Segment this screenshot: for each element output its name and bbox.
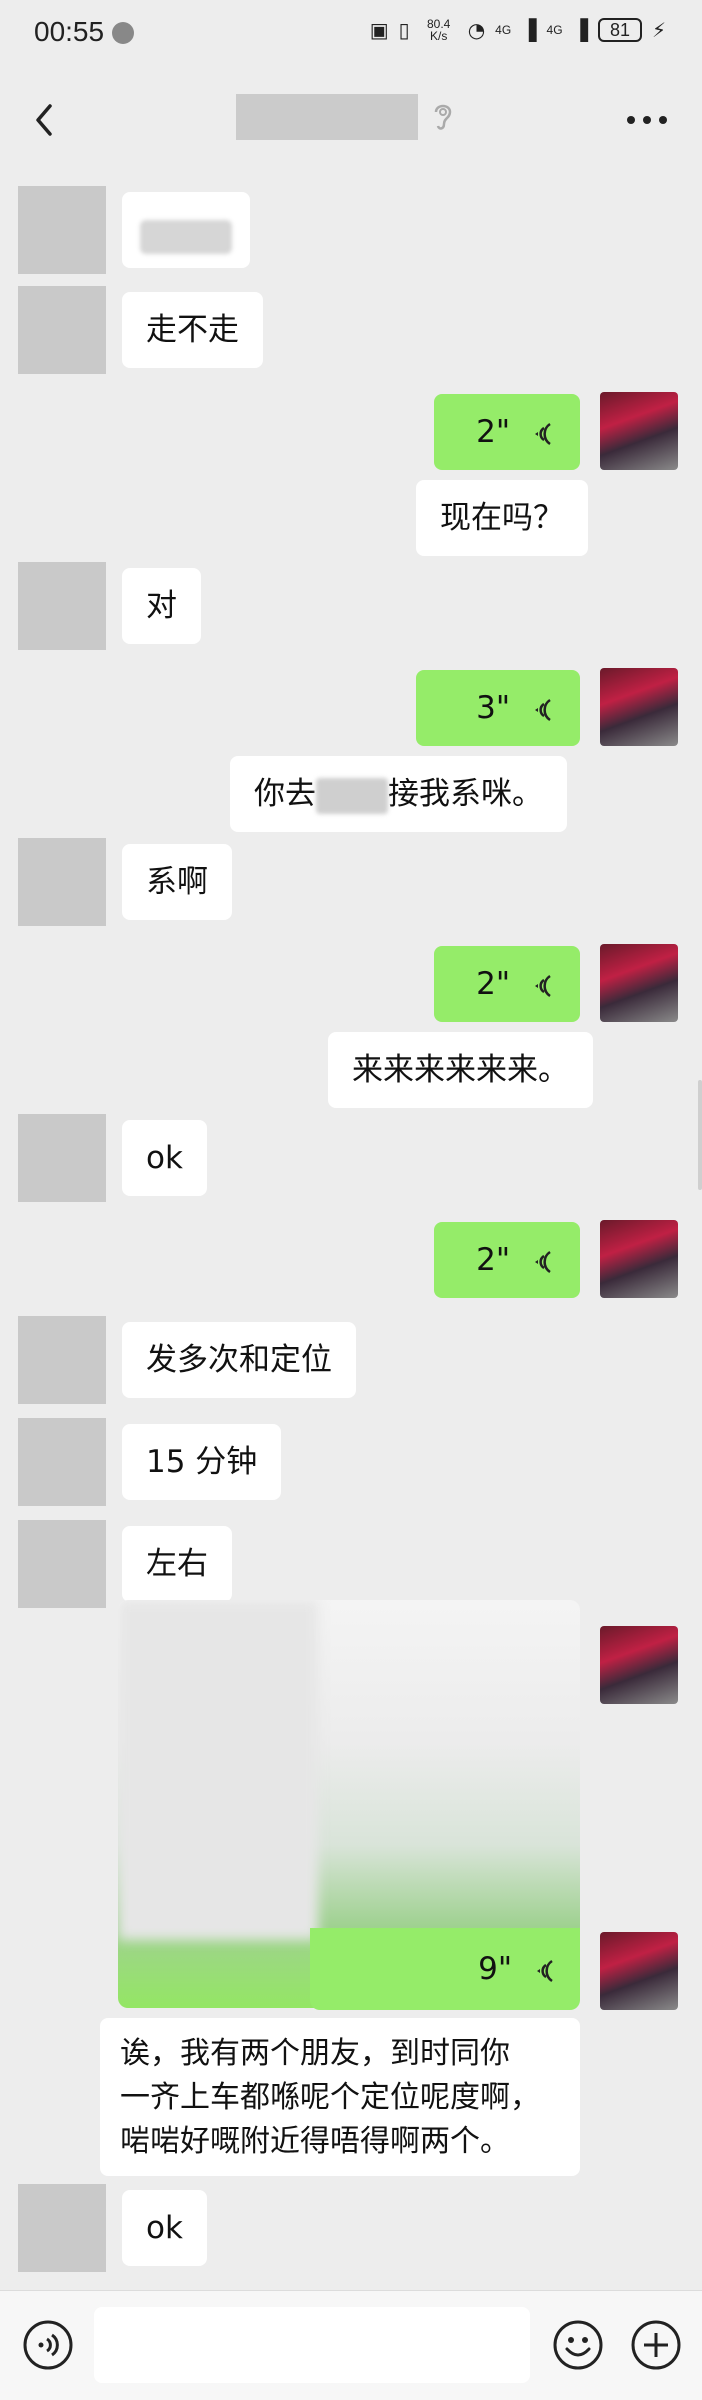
contact-avatar[interactable] [18,1418,106,1506]
voice-wave-icon [535,422,551,445]
message-bubble-redacted[interactable] [122,192,250,268]
voice-input-icon[interactable] [22,2319,74,2371]
signal-4g-1: 4G [495,23,512,37]
plus-icon[interactable] [630,2319,682,2371]
my-avatar[interactable] [600,668,678,746]
signal-4g-2: 4G [546,23,563,37]
status-icons: ▣ ▯ 80.4 K/s ◔ 4G ▐ 4G ▐ 81 ⚡ [370,18,666,42]
app-notification-icon [112,22,134,44]
contact-avatar[interactable] [18,2184,106,2272]
voice-duration: 2" [476,966,511,1002]
voice-message[interactable]: 9" [310,1928,580,2010]
contact-avatar[interactable] [18,286,106,374]
my-avatar[interactable] [600,1626,678,1704]
charging-icon: ⚡ [651,18,666,42]
voice-duration: 2" [476,414,511,450]
input-bar [0,2290,702,2400]
redacted-content [140,219,232,254]
message-bubble[interactable]: 15 分钟 [122,1424,282,1500]
signal-bars-icon: ▐ [521,18,537,42]
contact-name-redacted [236,94,418,140]
message-bubble[interactable]: 来来来来来来。 [328,1032,593,1108]
more-icon[interactable] [624,100,670,140]
message-text-part: 接我系咪。 [388,776,543,812]
contact-avatar[interactable] [18,1520,106,1608]
message-line: 啱啱好嘅附近得唔得啊两个。 [120,2124,510,2159]
contact-avatar[interactable] [18,186,106,274]
message-bubble[interactable]: ok [122,2190,207,2266]
vibrate-icon: ▯ [398,18,410,42]
message-bubble[interactable]: 你去 接我系咪。 [230,756,567,832]
status-time: 00:55 [34,16,105,47]
contact-avatar[interactable] [18,562,106,650]
my-avatar[interactable] [600,1220,678,1298]
back-icon[interactable] [28,100,64,140]
battery-level: 81 [597,18,642,42]
earpiece-icon [434,104,452,130]
message-line: 诶，我有两个朋友，到时同你 [120,2036,510,2071]
voice-duration: 9" [478,1951,513,1987]
chat-header [0,70,702,170]
message-bubble[interactable]: 现在吗？ [416,480,588,556]
signal-bars-icon-2: ▐ [572,18,588,42]
wifi-icon: ◔ [467,18,486,42]
message-bubble[interactable]: 系啊 [122,844,232,920]
contact-avatar[interactable] [18,1316,106,1404]
nfc-icon: ▣ [369,18,389,42]
voice-message[interactable]: 2" [434,1222,580,1298]
my-avatar[interactable] [600,392,678,470]
voice-wave-icon [537,1959,553,1982]
voice-wave-icon [535,698,551,721]
my-avatar[interactable] [600,944,678,1022]
message-bubble[interactable]: 走不走 [122,292,263,368]
message-bubble[interactable]: 对 [122,568,201,644]
message-bubble[interactable]: 发多次和定位 [122,1322,356,1398]
voice-duration: 3" [476,690,511,726]
voice-message[interactable]: 2" [434,946,580,1022]
message-text-part: 你去 [254,776,316,812]
message-line: 一齐上车都喺呢个定位呢度啊， [120,2080,540,2115]
redacted-place [316,777,388,814]
voice-message[interactable]: 3" [416,670,580,746]
status-bar: 00:55 ▣ ▯ 80.4 K/s ◔ 4G ▐ 4G ▐ 81 ⚡ [0,0,702,70]
contact-avatar[interactable] [18,838,106,926]
voice-duration: 2" [476,1242,511,1278]
message-input[interactable] [94,2307,530,2383]
message-bubble[interactable]: ok [122,1120,207,1196]
message-bubble[interactable]: 左右 [122,1526,232,1602]
emoji-icon[interactable] [552,2319,604,2371]
my-avatar[interactable] [600,1932,678,2010]
message-bubble-multiline[interactable]: 诶，我有两个朋友，到时同你 一齐上车都喺呢个定位呢度啊， 啱啱好嘅附近得唔得啊两… [100,2018,580,2176]
media-blur-region [118,1600,318,1940]
scrollbar[interactable] [698,1080,702,1190]
voice-wave-icon [535,1250,551,1273]
contact-avatar[interactable] [18,1114,106,1202]
net-speed: 80.4 K/s [427,17,451,43]
voice-wave-icon [535,974,551,997]
voice-message[interactable]: 2" [434,394,580,470]
